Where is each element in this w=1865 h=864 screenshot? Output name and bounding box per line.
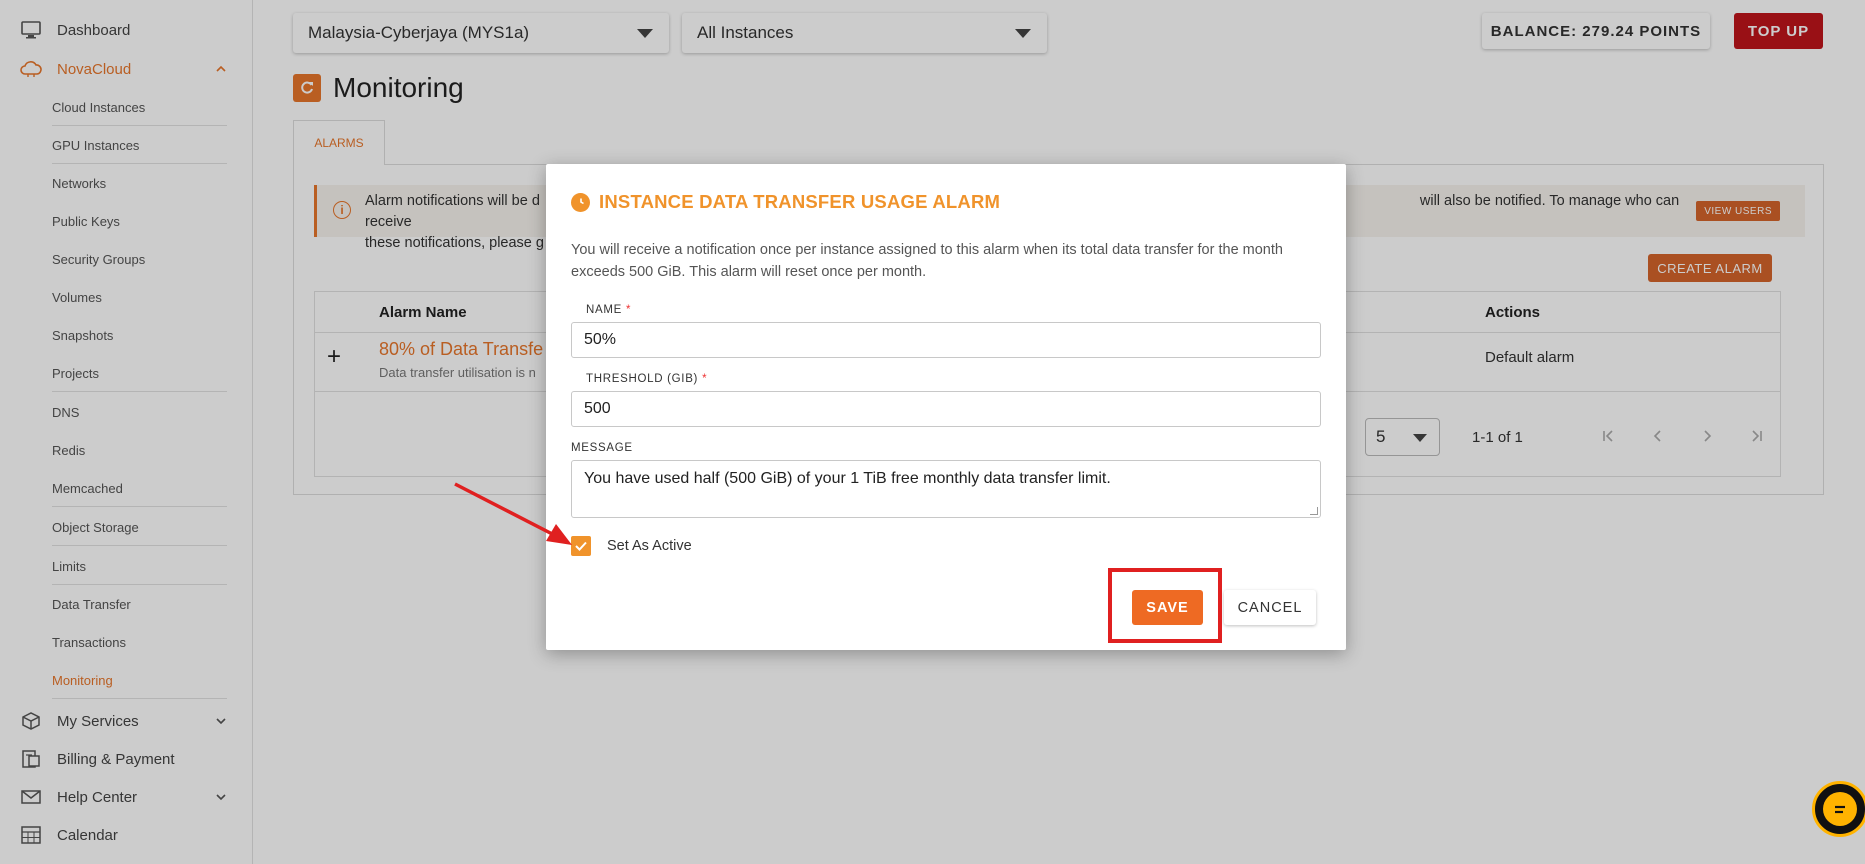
annotation-arrow-icon	[454, 482, 572, 545]
chat-icon	[1823, 792, 1857, 826]
chat-widget-button[interactable]	[1812, 781, 1865, 837]
